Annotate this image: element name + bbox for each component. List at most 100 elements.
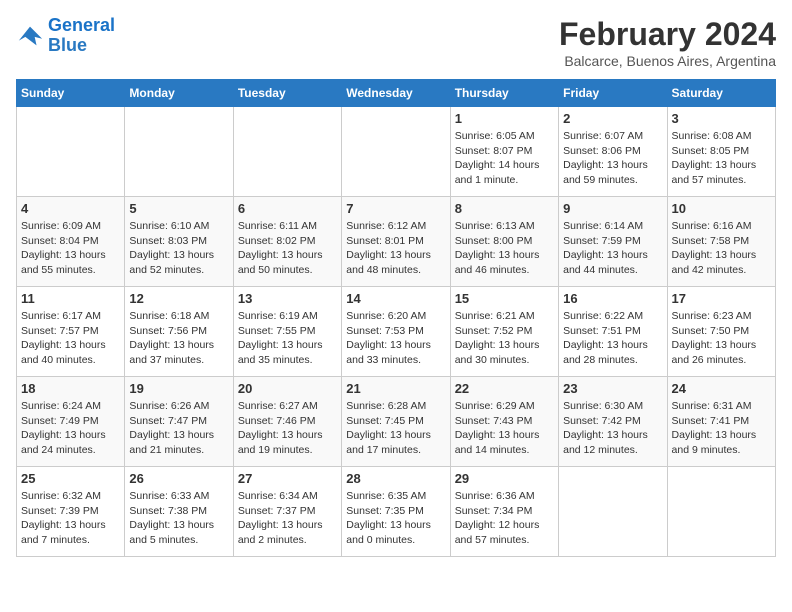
calendar-cell: 28 Sunrise: 6:35 AM Sunset: 7:35 PM Dayli… bbox=[342, 467, 450, 557]
day-info: Sunrise: 6:28 AM Sunset: 7:45 PM Dayligh… bbox=[346, 399, 445, 458]
day-number: 7 bbox=[346, 201, 445, 216]
location: Balcarce, Buenos Aires, Argentina bbox=[559, 53, 776, 69]
day-info: Sunrise: 6:36 AM Sunset: 7:34 PM Dayligh… bbox=[455, 489, 554, 548]
day-number: 25 bbox=[21, 471, 120, 486]
day-info: Sunrise: 6:07 AM Sunset: 8:06 PM Dayligh… bbox=[563, 129, 662, 188]
day-info: Sunrise: 6:20 AM Sunset: 7:53 PM Dayligh… bbox=[346, 309, 445, 368]
day-info: Sunrise: 6:13 AM Sunset: 8:00 PM Dayligh… bbox=[455, 219, 554, 278]
month-year: February 2024 bbox=[559, 16, 776, 53]
calendar-cell: 14 Sunrise: 6:20 AM Sunset: 7:53 PM Dayli… bbox=[342, 287, 450, 377]
calendar-cell: 17 Sunrise: 6:23 AM Sunset: 7:50 PM Dayli… bbox=[667, 287, 775, 377]
logo-bird-icon bbox=[16, 22, 44, 50]
day-number: 28 bbox=[346, 471, 445, 486]
day-number: 1 bbox=[455, 111, 554, 126]
day-number: 26 bbox=[129, 471, 228, 486]
calendar-cell: 7 Sunrise: 6:12 AM Sunset: 8:01 PM Daylig… bbox=[342, 197, 450, 287]
day-info: Sunrise: 6:08 AM Sunset: 8:05 PM Dayligh… bbox=[672, 129, 771, 188]
calendar-cell: 16Sunrise: 6:22 AM Sunset: 7:51 PM Dayli… bbox=[559, 287, 667, 377]
calendar-cell: 5 Sunrise: 6:10 AM Sunset: 8:03 PM Daylig… bbox=[125, 197, 233, 287]
day-info: Sunrise: 6:11 AM Sunset: 8:02 PM Dayligh… bbox=[238, 219, 337, 278]
day-info: Sunrise: 6:21 AM Sunset: 7:52 PM Dayligh… bbox=[455, 309, 554, 368]
day-info: Sunrise: 6:19 AM Sunset: 7:55 PM Dayligh… bbox=[238, 309, 337, 368]
calendar-cell bbox=[667, 467, 775, 557]
calendar-cell: 24 Sunrise: 6:31 AM Sunset: 7:41 PM Dayli… bbox=[667, 377, 775, 467]
calendar-cell bbox=[342, 107, 450, 197]
day-number: 23 bbox=[563, 381, 662, 396]
logo-line1: General bbox=[48, 15, 115, 35]
day-number: 18 bbox=[21, 381, 120, 396]
calendar-cell: 19 Sunrise: 6:26 AM Sunset: 7:47 PM Dayli… bbox=[125, 377, 233, 467]
day-info: Sunrise: 6:17 AM Sunset: 7:57 PM Dayligh… bbox=[21, 309, 120, 368]
day-number: 4 bbox=[21, 201, 120, 216]
weekday-header-row: SundayMondayTuesdayWednesdayThursdayFrid… bbox=[17, 80, 776, 107]
calendar-cell: 23 Sunrise: 6:30 AM Sunset: 7:42 PM Dayli… bbox=[559, 377, 667, 467]
day-info: Sunrise: 6:26 AM Sunset: 7:47 PM Dayligh… bbox=[129, 399, 228, 458]
calendar-cell: 25Sunrise: 6:32 AM Sunset: 7:39 PM Dayli… bbox=[17, 467, 125, 557]
weekday-header-friday: Friday bbox=[559, 80, 667, 107]
day-number: 19 bbox=[129, 381, 228, 396]
weekday-header-thursday: Thursday bbox=[450, 80, 558, 107]
day-info: Sunrise: 6:14 AM Sunset: 7:59 PM Dayligh… bbox=[563, 219, 662, 278]
logo: General Blue bbox=[16, 16, 115, 56]
day-info: Sunrise: 6:33 AM Sunset: 7:38 PM Dayligh… bbox=[129, 489, 228, 548]
calendar-cell: 12Sunrise: 6:18 AM Sunset: 7:56 PM Dayli… bbox=[125, 287, 233, 377]
logo-line2: Blue bbox=[48, 35, 87, 55]
logo-text: General Blue bbox=[48, 16, 115, 56]
day-number: 3 bbox=[672, 111, 771, 126]
calendar-cell: 6 Sunrise: 6:11 AM Sunset: 8:02 PM Daylig… bbox=[233, 197, 341, 287]
weekday-header-sunday: Sunday bbox=[17, 80, 125, 107]
day-info: Sunrise: 6:10 AM Sunset: 8:03 PM Dayligh… bbox=[129, 219, 228, 278]
week-row-1: 1 Sunrise: 6:05 AM Sunset: 8:07 PM Daylig… bbox=[17, 107, 776, 197]
day-number: 17 bbox=[672, 291, 771, 306]
calendar-cell bbox=[17, 107, 125, 197]
day-number: 24 bbox=[672, 381, 771, 396]
day-info: Sunrise: 6:29 AM Sunset: 7:43 PM Dayligh… bbox=[455, 399, 554, 458]
calendar-cell: 9 Sunrise: 6:14 AM Sunset: 7:59 PM Daylig… bbox=[559, 197, 667, 287]
day-info: Sunrise: 6:12 AM Sunset: 8:01 PM Dayligh… bbox=[346, 219, 445, 278]
calendar-cell: 18 Sunrise: 6:24 AM Sunset: 7:49 PM Dayli… bbox=[17, 377, 125, 467]
page-header: General Blue February 2024 Balcarce, Bue… bbox=[16, 16, 776, 69]
weekday-header-tuesday: Tuesday bbox=[233, 80, 341, 107]
day-number: 20 bbox=[238, 381, 337, 396]
week-row-2: 4 Sunrise: 6:09 AM Sunset: 8:04 PM Daylig… bbox=[17, 197, 776, 287]
calendar-cell: 1 Sunrise: 6:05 AM Sunset: 8:07 PM Daylig… bbox=[450, 107, 558, 197]
day-info: Sunrise: 6:24 AM Sunset: 7:49 PM Dayligh… bbox=[21, 399, 120, 458]
day-number: 10 bbox=[672, 201, 771, 216]
day-number: 22 bbox=[455, 381, 554, 396]
day-number: 16 bbox=[563, 291, 662, 306]
day-number: 13 bbox=[238, 291, 337, 306]
day-number: 14 bbox=[346, 291, 445, 306]
day-info: Sunrise: 6:09 AM Sunset: 8:04 PM Dayligh… bbox=[21, 219, 120, 278]
day-number: 9 bbox=[563, 201, 662, 216]
calendar-table: SundayMondayTuesdayWednesdayThursdayFrid… bbox=[16, 79, 776, 557]
calendar-cell bbox=[559, 467, 667, 557]
day-number: 21 bbox=[346, 381, 445, 396]
calendar-cell: 15Sunrise: 6:21 AM Sunset: 7:52 PM Dayli… bbox=[450, 287, 558, 377]
weekday-header-saturday: Saturday bbox=[667, 80, 775, 107]
weekday-header-wednesday: Wednesday bbox=[342, 80, 450, 107]
calendar-cell: 11Sunrise: 6:17 AM Sunset: 7:57 PM Dayli… bbox=[17, 287, 125, 377]
calendar-cell: 4 Sunrise: 6:09 AM Sunset: 8:04 PM Daylig… bbox=[17, 197, 125, 287]
week-row-4: 18 Sunrise: 6:24 AM Sunset: 7:49 PM Dayli… bbox=[17, 377, 776, 467]
day-info: Sunrise: 6:35 AM Sunset: 7:35 PM Dayligh… bbox=[346, 489, 445, 548]
day-number: 6 bbox=[238, 201, 337, 216]
calendar-cell: 22 Sunrise: 6:29 AM Sunset: 7:43 PM Dayli… bbox=[450, 377, 558, 467]
day-info: Sunrise: 6:16 AM Sunset: 7:58 PM Dayligh… bbox=[672, 219, 771, 278]
calendar-cell: 8 Sunrise: 6:13 AM Sunset: 8:00 PM Daylig… bbox=[450, 197, 558, 287]
calendar-cell bbox=[125, 107, 233, 197]
calendar-cell: 29 Sunrise: 6:36 AM Sunset: 7:34 PM Dayli… bbox=[450, 467, 558, 557]
weekday-header-monday: Monday bbox=[125, 80, 233, 107]
day-info: Sunrise: 6:30 AM Sunset: 7:42 PM Dayligh… bbox=[563, 399, 662, 458]
day-number: 29 bbox=[455, 471, 554, 486]
day-number: 27 bbox=[238, 471, 337, 486]
calendar-cell: 2 Sunrise: 6:07 AM Sunset: 8:06 PM Daylig… bbox=[559, 107, 667, 197]
day-info: Sunrise: 6:23 AM Sunset: 7:50 PM Dayligh… bbox=[672, 309, 771, 368]
day-number: 2 bbox=[563, 111, 662, 126]
calendar-cell: 21 Sunrise: 6:28 AM Sunset: 7:45 PM Dayli… bbox=[342, 377, 450, 467]
day-number: 5 bbox=[129, 201, 228, 216]
day-info: Sunrise: 6:34 AM Sunset: 7:37 PM Dayligh… bbox=[238, 489, 337, 548]
calendar-cell: 27 Sunrise: 6:34 AM Sunset: 7:37 PM Dayli… bbox=[233, 467, 341, 557]
day-info: Sunrise: 6:31 AM Sunset: 7:41 PM Dayligh… bbox=[672, 399, 771, 458]
day-number: 8 bbox=[455, 201, 554, 216]
day-info: Sunrise: 6:05 AM Sunset: 8:07 PM Dayligh… bbox=[455, 129, 554, 188]
